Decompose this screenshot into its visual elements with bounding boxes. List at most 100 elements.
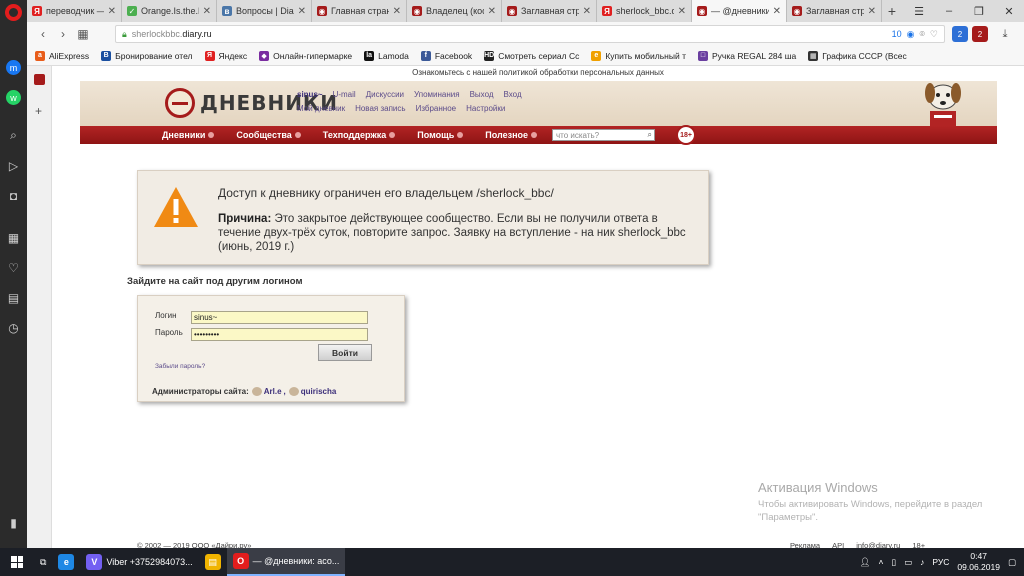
user-nav-link[interactable]: Выход (470, 90, 494, 99)
user-nav-link[interactable]: sinus~ (297, 90, 323, 99)
site-header: ДНЕВНИКИ sinus~ U-mail Дискуссии Упоминания… (80, 81, 997, 138)
lock-icon[interactable]: 🔒︎ (122, 29, 127, 40)
search-icon[interactable]: ⌕ (648, 130, 652, 140)
heart-icon[interactable]: ♡ (6, 260, 21, 275)
taskbar-app[interactable]: O — @дневники: асо... (226, 548, 346, 576)
chevron-up-icon[interactable]: ˄ (878, 557, 883, 567)
task-view-button[interactable]: ⧉ (34, 548, 52, 576)
password-input[interactable]: ••••••••• (191, 328, 368, 341)
browser-tab[interactable]: ◉ Заглавная стран ✕ (787, 0, 882, 22)
battery-icon[interactable]: ▭ (904, 557, 912, 568)
user-nav-link[interactable]: Упоминания (414, 90, 460, 99)
send-icon[interactable]: ▷ (6, 158, 21, 173)
bookmark-item[interactable]: HD Смотреть сериал Сс (484, 50, 579, 61)
tab-close-icon[interactable]: ✕ (868, 6, 876, 17)
tab-close-icon[interactable]: ✕ (203, 6, 211, 17)
taskbar-app[interactable]: e (52, 548, 80, 576)
history-icon[interactable]: ◷ (6, 320, 21, 335)
login-input[interactable]: sinus~ (191, 311, 368, 324)
browser-tab[interactable]: в Вопросы | Diar ✕ (217, 0, 312, 22)
add-icon[interactable]: + (35, 104, 42, 118)
volume-icon[interactable]: ♪ (920, 557, 924, 567)
bookmark-item[interactable]: a AliExpress (35, 50, 89, 61)
search-icon[interactable]: ⌕ (6, 128, 21, 143)
notifications-icon[interactable]: ▢ (1008, 557, 1016, 568)
start-button[interactable] (0, 548, 34, 576)
user-nav-link[interactable]: Мой дневник (297, 104, 345, 113)
tab-close-icon[interactable]: ✕ (488, 6, 496, 17)
menu-item[interactable]: Помощь (417, 130, 464, 140)
ublock-icon[interactable] (34, 74, 45, 85)
speed-dial-icon[interactable]: ▦ (6, 230, 21, 245)
age-badge: 18+ (676, 125, 696, 145)
browser-tab[interactable]: ✓ Orange.Is.the.Ne ✕ (122, 0, 217, 22)
ublock-icon[interactable]: 2 (972, 26, 988, 42)
bookmark-item[interactable]: □ Ручка REGAL 284 ша (697, 50, 796, 61)
browser-tab[interactable]: ◉ — @дневники: ✕ (692, 0, 787, 22)
snapshot-icon[interactable]: ⌾ (920, 29, 925, 40)
forward-icon[interactable]: › (53, 24, 73, 44)
tab-close-icon[interactable]: ✕ (298, 6, 306, 17)
download-icon[interactable]: ⤓ (997, 26, 1013, 42)
maximize-icon[interactable]: ❐ (964, 0, 994, 22)
clock[interactable]: 0:47 09.06.2019 (957, 551, 1000, 573)
taskbar-app[interactable]: V Viber +3752984073... (80, 548, 198, 576)
tab-close-icon[interactable]: ✕ (108, 6, 116, 17)
language-indicator[interactable]: РУС (932, 557, 949, 567)
url-field[interactable]: 🔒︎ sherlockbbc.diary.ru 10 ◉ ⌾ ♡ (115, 25, 945, 43)
bookmark-heart-icon[interactable]: ♡ (930, 29, 938, 40)
user-nav-link[interactable]: Избранное (416, 104, 457, 113)
tab-close-icon[interactable]: ✕ (678, 6, 686, 17)
menu-item[interactable]: Сообщества (236, 130, 301, 140)
menu-item[interactable]: Полезное (485, 130, 538, 140)
logo-icon[interactable] (165, 88, 195, 118)
browser-tab[interactable]: ◉ Владелец (коор ✕ (407, 0, 502, 22)
user-nav-link[interactable]: Настройки (466, 104, 505, 113)
bookmark-item[interactable]: f Facebook (420, 50, 472, 61)
tab-close-icon[interactable]: ✕ (393, 6, 401, 17)
bookmark-item[interactable]: Я Яндекс (204, 50, 247, 61)
user-nav-link[interactable]: U-mail (333, 90, 356, 99)
user-nav-link[interactable]: Новая запись (355, 104, 405, 113)
menu-item[interactable]: Техподдержка (323, 130, 396, 140)
admin-link-1[interactable]: Arl.e, (251, 387, 286, 396)
bookmark-item[interactable]: la Lamoda (364, 50, 409, 61)
taskbar-app[interactable]: ▤ (199, 548, 227, 576)
network-icon[interactable]: ▯ (891, 557, 896, 568)
tab-close-icon[interactable]: ✕ (583, 6, 591, 17)
browser-tab[interactable]: ◉ Главная страни ✕ (312, 0, 407, 22)
forgot-password-link[interactable]: Забыли пароль? (155, 363, 205, 370)
user-nav-link[interactable]: Дискуссии (366, 90, 404, 99)
minimize-icon[interactable]: – (934, 0, 964, 22)
bookmark-item[interactable]: e Купить мобильный т (591, 50, 686, 61)
vpn-icon[interactable]: ◉ (907, 29, 915, 40)
back-icon[interactable]: ‹ (33, 24, 53, 44)
messenger-icon[interactable]: m (6, 60, 21, 75)
people-icon[interactable]: 👤︎ (860, 557, 871, 568)
policy-notice[interactable]: Ознакомьтесь с нашей политикой обработки… (52, 68, 1024, 77)
menu-item[interactable]: Дневники (162, 130, 215, 140)
camera-icon[interactable]: ◘ (6, 188, 21, 203)
close-window-icon[interactable]: ✕ (994, 0, 1024, 22)
speed-dial-icon[interactable]: ▦ (73, 24, 93, 44)
user-nav-link[interactable]: Вход (504, 90, 522, 99)
site-search-input[interactable]: что искать? ⌕ (552, 129, 655, 141)
opera-menu-icon[interactable] (5, 4, 22, 21)
bookmark-item[interactable]: ▦ Графика СССР (Всес (808, 50, 907, 61)
browser-tab[interactable]: ◉ Заглавная стра ✕ (502, 0, 597, 22)
menu-dropdown-icon (531, 132, 538, 138)
filter-icon[interactable]: ☰ (904, 0, 934, 22)
news-icon[interactable]: ▤ (6, 290, 21, 305)
bookmark-item[interactable]: B Бронирование отел (101, 50, 193, 61)
bookmark-item[interactable]: ◆ Онлайн-гипермарке (259, 50, 352, 61)
tab-close-icon[interactable]: ✕ (773, 6, 781, 17)
left-strip: + (27, 66, 52, 548)
admin-link-2[interactable]: quirischa (288, 387, 336, 396)
whatsapp-icon[interactable]: w (6, 90, 21, 105)
sidebar-toggle-icon[interactable]: ▮ (6, 515, 21, 530)
login-button[interactable]: Войти (318, 344, 372, 361)
new-tab-button[interactable]: + (882, 0, 902, 22)
browser-tab[interactable]: Яsherlock_bbc.di ✕ (597, 0, 692, 22)
browser-tab[interactable]: Япереводчик — ✕ (27, 0, 122, 22)
extension-icon[interactable]: 2 (952, 26, 968, 42)
